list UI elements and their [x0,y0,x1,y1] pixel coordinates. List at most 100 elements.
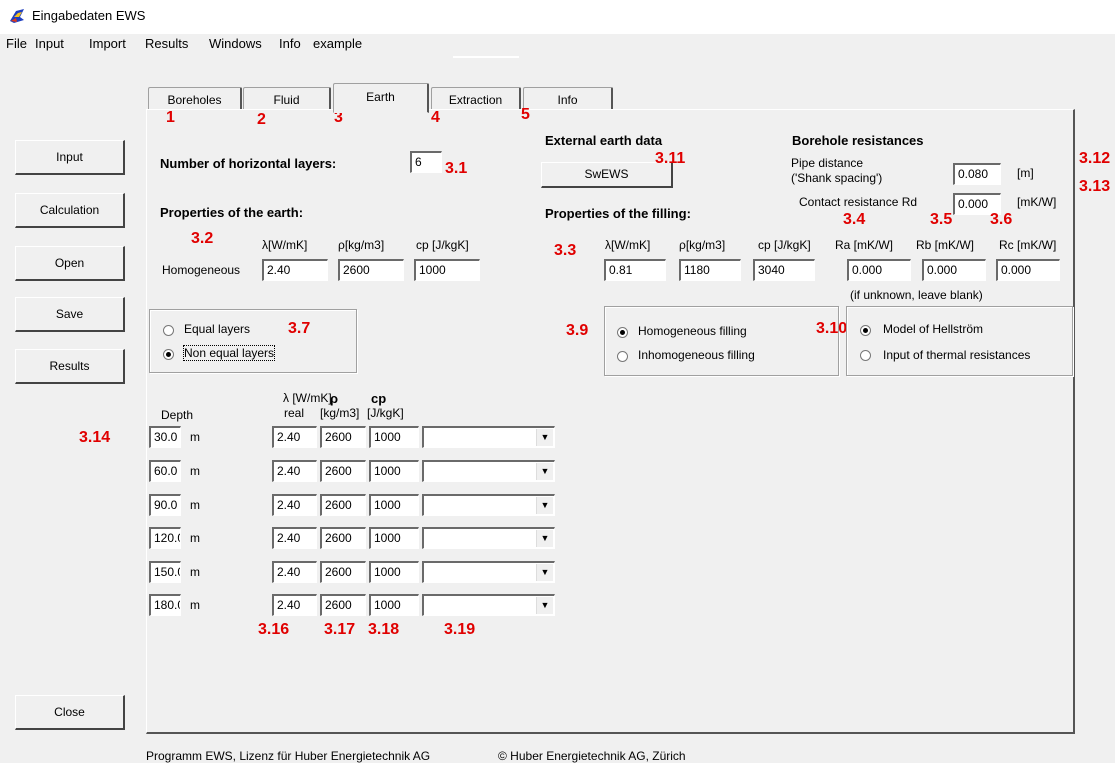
chevron-down-icon[interactable]: ▼ [536,463,553,480]
layer-cp-input[interactable]: 1000 [369,594,419,616]
filling-lambda-input[interactable]: 0.81 [604,259,666,281]
filling-mode-group [604,306,839,376]
window-title: Eingabedaten EWS [32,8,146,23]
layer-lambda-input[interactable]: 2.40 [272,561,317,583]
save-button[interactable]: Save [15,297,125,332]
tab-earth[interactable]: Earth [333,83,429,113]
inhomogeneous-filling-label[interactable]: Inhomogeneous filling [638,348,755,362]
chevron-down-icon[interactable]: ▼ [536,497,553,514]
depth-unit: m [190,464,200,478]
layer-cp-input[interactable]: 1000 [369,527,419,549]
menu-results[interactable]: Results [145,36,188,51]
close-button[interactable]: Close [15,695,125,730]
layer-cp-input[interactable]: 1000 [369,460,419,482]
layer-material-select[interactable]: ▼ [422,594,555,616]
layer-rho-input[interactable]: 2600 [320,527,366,549]
open-button[interactable]: Open [15,246,125,281]
chevron-down-icon[interactable]: ▼ [536,429,553,446]
depth-unit: m [190,430,200,444]
pipe-unit-label: [m] [1017,166,1034,180]
layer-lambda-input[interactable]: 2.40 [272,426,317,448]
results-button[interactable]: Results [15,349,125,384]
menu-windows[interactable]: Windows [209,36,262,51]
marker-3-9: 3.9 [566,322,589,339]
layer-lambda-input[interactable]: 2.40 [272,527,317,549]
calculation-button[interactable]: Calculation [15,193,125,228]
depth-input[interactable]: 180.0 [149,594,181,616]
filling-cp-input[interactable]: 3040 [753,259,815,281]
layer-rho-input[interactable]: 2600 [320,460,366,482]
earth-lambda-input[interactable]: 2.40 [262,259,328,281]
layer-lambda-input[interactable]: 2.40 [272,460,317,482]
layer-rho-input[interactable]: 2600 [320,561,366,583]
filling-lambda-header: λ[W/mK] [605,238,651,252]
marker-3-18: 3.18 [368,621,400,638]
equal-layers-label[interactable]: Equal layers [184,322,250,336]
depth-unit: m [190,565,200,579]
marker-4: 4 [431,109,440,126]
earth-rho-input[interactable]: 2600 [338,259,404,281]
filling-rho-input[interactable]: 1180 [679,259,741,281]
layer-lambda-input[interactable]: 2.40 [272,494,317,516]
depth-input[interactable]: 90.0 [149,494,181,516]
contact-unit-label: [mK/W] [1017,195,1057,209]
equal-layers-radio[interactable] [163,325,174,336]
table-lambda-header-text: λ [W/mK] [283,391,332,405]
pipe-distance-input[interactable]: 0.080 [953,163,1001,185]
earth-cp-input[interactable]: 1000 [414,259,480,281]
layer-rho-input[interactable]: 2600 [320,594,366,616]
layer-rho-input[interactable]: 2600 [320,494,366,516]
rb-input[interactable]: 0.000 [922,259,986,281]
non-equal-layers-label[interactable]: Non equal layers [182,345,276,361]
depth-input[interactable]: 60.0 [149,460,181,482]
homogeneous-filling-label[interactable]: Homogeneous filling [638,324,747,338]
marker-3-6: 3.6 [990,211,1013,228]
marker-3-10: 3.10 [816,320,848,337]
layer-lambda-input[interactable]: 2.40 [272,594,317,616]
menu-info[interactable]: Info [279,36,301,51]
layers-input[interactable]: 6 [410,151,442,173]
layer-cp-input[interactable]: 1000 [369,561,419,583]
ra-header: Ra [mK/W] [835,238,894,252]
inhomogeneous-filling-radio[interactable] [617,351,628,362]
depth-input[interactable]: 120.0 [149,527,181,549]
table-real-header: real [284,406,305,420]
layer-material-select[interactable]: ▼ [422,494,555,516]
external-data-heading: External earth data [545,133,663,148]
filling-rho-header: ρ[kg/m3] [679,238,726,252]
chevron-down-icon[interactable]: ▼ [536,564,553,581]
layer-material-select[interactable]: ▼ [422,460,555,482]
layer-material-select[interactable]: ▼ [422,561,555,583]
ra-input[interactable]: 0.000 [847,259,911,281]
rc-header: Rc [mK/W] [999,238,1057,252]
depth-input[interactable]: 150.0 [149,561,181,583]
earth-panel [146,109,1075,734]
rc-input[interactable]: 0.000 [996,259,1060,281]
hellstrom-label[interactable]: Model of Hellström [883,322,983,336]
layer-cp-input[interactable]: 1000 [369,426,419,448]
chevron-down-icon[interactable]: ▼ [536,530,553,547]
layer-cp-input[interactable]: 1000 [369,494,419,516]
depth-unit: m [190,531,200,545]
layer-material-select[interactable]: ▼ [422,527,555,549]
depth-input[interactable]: 30.0 [149,426,181,448]
table-depth-header: Depth [161,408,194,422]
hellstrom-radio[interactable] [860,325,871,336]
marker-3-12: 3.12 [1079,150,1111,167]
menu-example[interactable]: example [313,36,362,51]
thermal-resistance-label[interactable]: Input of thermal resistances [883,348,1030,362]
chevron-down-icon[interactable]: ▼ [536,597,553,614]
menu-import[interactable]: Import [89,36,126,51]
swews-button[interactable]: SwEWS [541,162,673,188]
non-equal-layers-radio[interactable] [163,349,174,360]
menu-file[interactable]: File [6,36,27,51]
layer-rho-input[interactable]: 2600 [320,426,366,448]
borehole-res-heading: Borehole resistances [792,133,924,148]
input-button[interactable]: Input [15,140,125,175]
thermal-resistance-radio[interactable] [860,350,871,361]
layer-material-select[interactable]: ▼ [422,426,555,448]
homogeneous-filling-radio[interactable] [617,327,628,338]
menu-input[interactable]: Input [35,36,64,51]
homogeneous-label: Homogeneous [162,263,241,277]
marker-3-11: 3.11 [655,150,686,167]
